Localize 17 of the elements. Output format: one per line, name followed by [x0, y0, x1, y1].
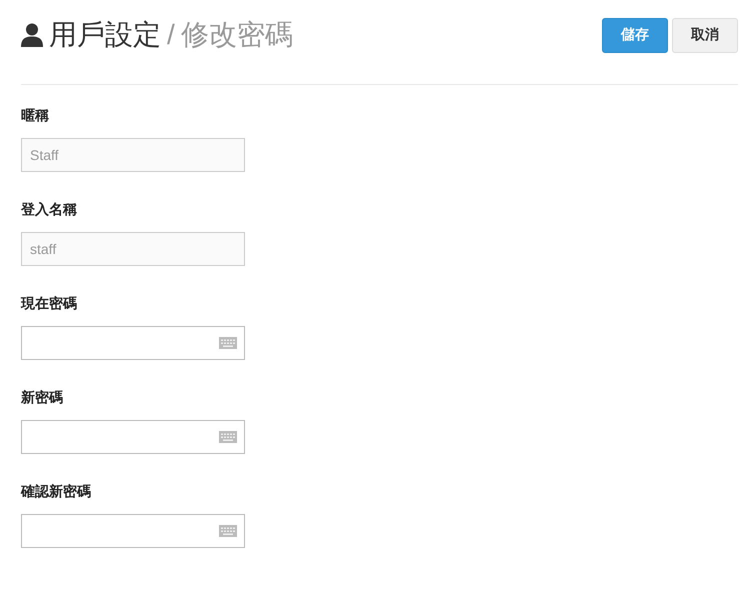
keyboard-icon: [219, 431, 237, 443]
page-title: 用戶設定: [49, 18, 161, 52]
input-field[interactable]: [21, 326, 245, 360]
keyboard-icon: [219, 337, 237, 349]
save-button[interactable]: 儲存: [602, 18, 668, 52]
field-label: 暱稱: [21, 107, 50, 125]
field-label: 新密碼: [21, 389, 64, 407]
cancel-button[interactable]: 取消: [672, 18, 738, 52]
page-subtitle: 修改密碼: [180, 18, 293, 52]
user-icon: [21, 23, 43, 47]
field-label: 登入名稱: [21, 201, 78, 219]
input-field[interactable]: [21, 420, 245, 454]
title-separator: /: [167, 19, 175, 51]
input-field[interactable]: [21, 514, 245, 548]
field-label: 確認新密碼: [21, 483, 92, 501]
field-label: 現在密碼: [21, 295, 78, 313]
keyboard-icon: [219, 525, 237, 537]
